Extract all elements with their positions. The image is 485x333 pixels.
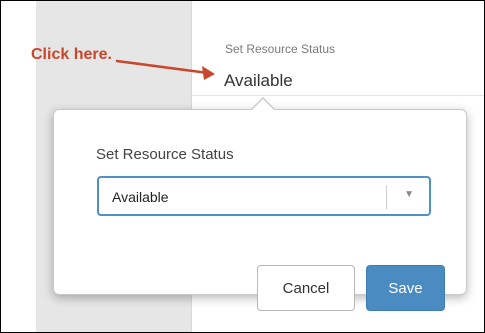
resource-status-value[interactable]: Available [224,71,293,91]
select-divider [386,185,387,209]
popover-caret-fill [251,99,275,111]
status-select-value: Available [112,189,169,205]
popover-title: Set Resource Status [96,146,234,163]
divider [192,95,484,96]
click-here-callout: Click here. [31,46,112,63]
screenshot-frame: Set Resource Status Available Click here… [0,0,485,333]
chevron-down-icon[interactable]: ▼ [404,189,414,200]
set-status-popover: Set Resource Status Available ▼ Cancel S… [53,97,467,311]
cancel-button[interactable]: Cancel [257,265,355,311]
save-button[interactable]: Save [366,265,445,311]
resource-status-label: Set Resource Status [225,42,336,56]
status-select[interactable]: Available ▼ [97,176,431,216]
